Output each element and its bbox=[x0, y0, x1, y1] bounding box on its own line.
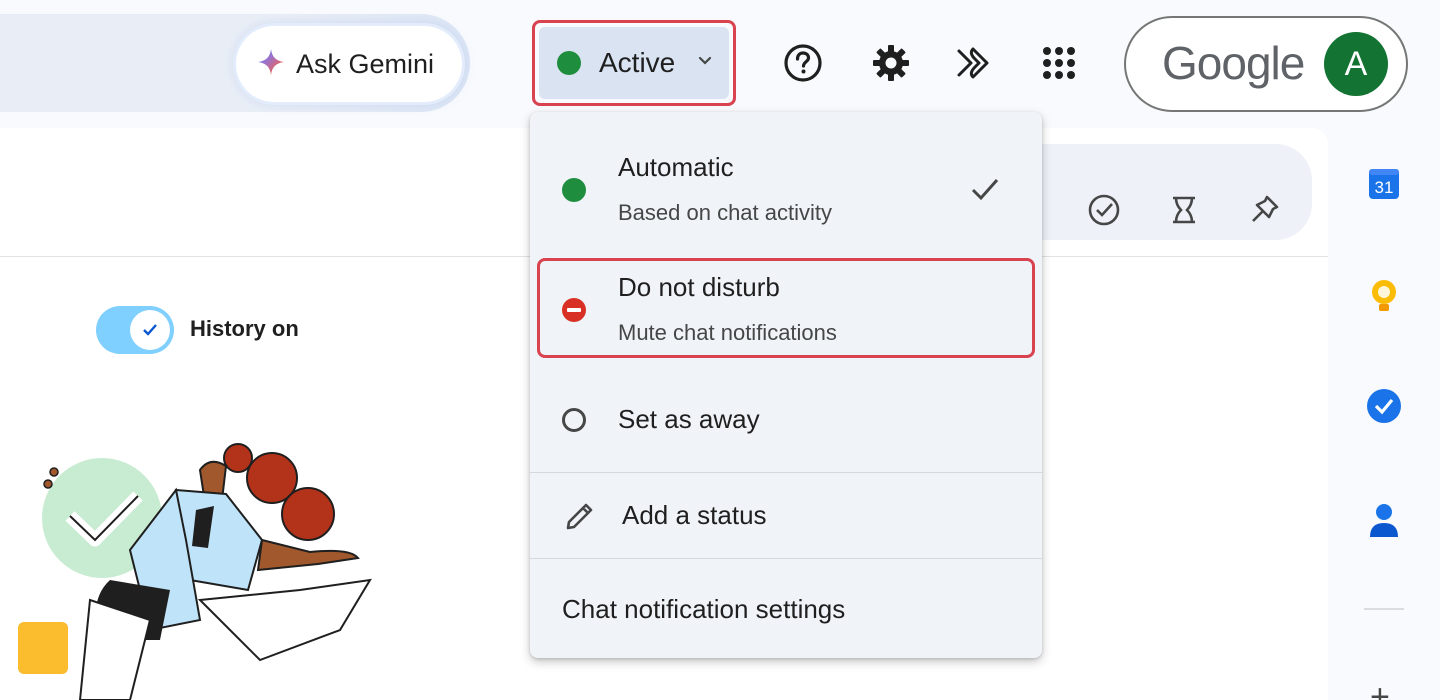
menu-item-add-status[interactable]: Add a status bbox=[530, 474, 1042, 558]
active-status-dot bbox=[562, 178, 586, 202]
top-bar: Ask Gemini Active Google A bbox=[0, 0, 1440, 128]
pencil-icon bbox=[564, 500, 596, 537]
help-icon[interactable] bbox=[780, 40, 826, 86]
tasks-icon[interactable] bbox=[1364, 386, 1404, 426]
ask-gemini-label: Ask Gemini bbox=[296, 48, 435, 79]
keep-icon[interactable] bbox=[1364, 276, 1404, 316]
chevron-down-icon bbox=[695, 51, 715, 76]
pin-icon[interactable] bbox=[1244, 190, 1284, 230]
menu-item-set-as-away[interactable]: Set as away bbox=[530, 372, 1042, 468]
google-logo: Google bbox=[1162, 37, 1305, 89]
menu-item-title: Set as away bbox=[618, 404, 760, 434]
menu-item-title: Add a status bbox=[622, 500, 767, 530]
settings-gear-icon[interactable] bbox=[868, 40, 914, 86]
menu-divider bbox=[530, 558, 1042, 559]
rail-divider bbox=[1364, 608, 1404, 610]
menu-item-title: Chat notification settings bbox=[562, 594, 846, 624]
menu-item-automatic[interactable]: Automatic Based on chat activity bbox=[530, 142, 1042, 252]
selection-highlight bbox=[537, 258, 1035, 358]
menu-item-title: Automatic bbox=[618, 152, 734, 182]
ask-gemini-button[interactable]: Ask Gemini bbox=[236, 26, 462, 102]
add-icon[interactable]: + bbox=[1370, 680, 1390, 700]
svg-text:31: 31 bbox=[1375, 178, 1394, 197]
contacts-icon[interactable] bbox=[1364, 500, 1404, 540]
account-chip[interactable]: Google A bbox=[1124, 16, 1408, 112]
status-label: Active bbox=[599, 47, 676, 78]
menu-divider bbox=[530, 472, 1042, 473]
chat-toolbar bbox=[1042, 144, 1312, 240]
gemini-sparkle-icon[interactable] bbox=[952, 40, 998, 86]
menu-item-subtitle: Based on chat activity bbox=[618, 200, 833, 225]
status-menu: Automatic Based on chat activity Do not … bbox=[530, 112, 1042, 658]
history-toggle[interactable] bbox=[96, 306, 174, 354]
task-check-icon[interactable] bbox=[1084, 190, 1124, 230]
apps-grid-icon[interactable] bbox=[1036, 40, 1082, 86]
snippet-icon[interactable] bbox=[1164, 190, 1204, 230]
status-button[interactable]: Active bbox=[532, 20, 736, 106]
sticky-note-icon bbox=[18, 622, 68, 674]
check-icon bbox=[130, 310, 170, 350]
gemini-sparkle-icon bbox=[256, 47, 286, 82]
history-label: History on bbox=[190, 316, 299, 341]
avatar[interactable]: A bbox=[1324, 32, 1388, 96]
calendar-icon[interactable]: 31 bbox=[1364, 164, 1404, 204]
active-status-dot bbox=[557, 51, 581, 75]
away-status-icon bbox=[562, 408, 586, 432]
menu-item-chat-notification-settings[interactable]: Chat notification settings bbox=[530, 560, 1042, 656]
checkmark-icon bbox=[968, 172, 1002, 211]
